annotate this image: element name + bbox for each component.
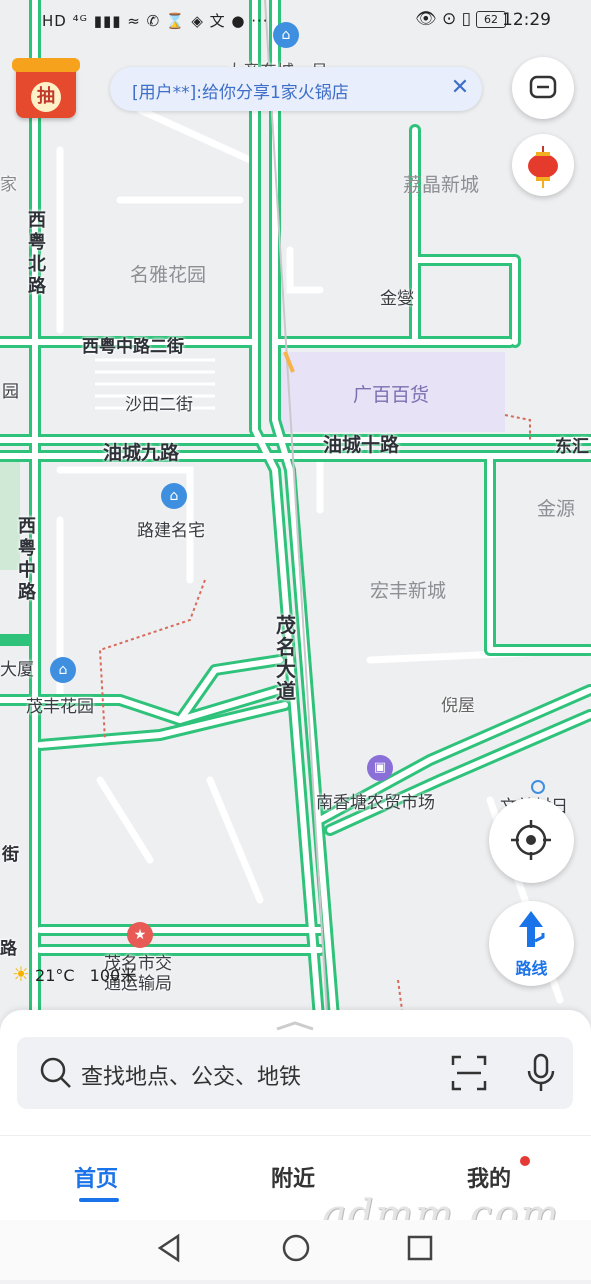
locate-button[interactable] [489, 798, 574, 883]
lantern-icon [528, 146, 558, 188]
lottery-label: 抽 [31, 82, 61, 112]
tab-home-indicator [79, 1198, 119, 1202]
message-icon [529, 75, 557, 99]
area-label-jinyuan: 金源 [537, 498, 576, 520]
target-icon [511, 820, 551, 860]
area-label-mingya: 名雅花园 [130, 264, 207, 286]
home-icon[interactable] [282, 1234, 310, 1262]
notification-dot [520, 1156, 530, 1166]
poi-maofeng[interactable]: 茂丰花园 [26, 692, 94, 717]
government-icon[interactable]: ★ [127, 922, 153, 948]
road-label-youcheng-10: 油城十路 [323, 434, 400, 456]
house-icon[interactable]: ⌂ [161, 483, 187, 509]
road-label-shatian-2nd: 沙田二街 [125, 395, 193, 415]
bottom-sheet[interactable]: 查找地点、公交、地铁 [0, 1010, 591, 1135]
area-label-jinmin: 金燮 [380, 289, 414, 309]
weather-widget[interactable]: ☀ 21°C 100米 [12, 962, 136, 990]
road-label-lu: 路 [0, 939, 17, 959]
search-icon [40, 1057, 71, 1088]
status-right-icons: 👁 ⊙ ▯ [415, 9, 471, 29]
sun-icon: ☀ [12, 962, 30, 986]
lottery-badge[interactable]: 抽 [12, 58, 80, 118]
area-label-nichu: 倪屋 [441, 696, 475, 716]
route-label: 路线 [515, 959, 548, 978]
road-label-youcheng-9: 油城九路 [103, 442, 180, 464]
tab-nearby[interactable]: 附近 [271, 1161, 315, 1193]
house-icon[interactable]: ⌂ [50, 657, 76, 683]
share-notification[interactable]: [用户**]:给你分享1家火锅店 ✕ [110, 67, 482, 111]
poi-lujian[interactable]: 路建名宅 [137, 516, 205, 541]
area-label-yuan: 园 [2, 382, 19, 402]
scan-icon[interactable] [449, 1053, 489, 1093]
search-placeholder[interactable]: 查找地点、公交、地铁 [81, 1059, 301, 1091]
search-bar[interactable]: 查找地点、公交、地铁 [17, 1037, 573, 1109]
back-icon[interactable] [157, 1233, 180, 1263]
road-label-xiyue-middle-2nd: 西粤中路二街 [82, 337, 184, 357]
area-label-hongfeng: 宏丰新城 [370, 580, 447, 602]
area-label-jia: 家 [0, 175, 17, 195]
scale-label: 100米 [89, 966, 137, 985]
notification-text: [用户**]:给你分享1家火锅店 [132, 83, 349, 103]
tab-mine[interactable]: 我的 [467, 1161, 511, 1193]
microphone-icon[interactable] [521, 1053, 561, 1093]
lantern-button[interactable] [512, 134, 574, 196]
road-label-donghui: 东汇 [555, 437, 589, 457]
status-bar: HD ⁴ᴳ ▮▮▮ ≈ ✆ ⌛ ◈ 文 ● ··· 👁 ⊙ ▯ 62 12:29 [0, 0, 591, 40]
area-label-lijing: 荔晶新城 [403, 174, 480, 196]
status-icons: HD ⁴ᴳ ▮▮▮ ≈ ✆ ⌛ ◈ 文 ● ··· [42, 12, 269, 30]
market-icon[interactable]: ▣ [367, 755, 393, 781]
gift-ribbon-icon [12, 58, 80, 72]
poi-nanxiangtang[interactable]: 南香塘农贸市场 [316, 788, 435, 813]
close-icon[interactable]: ✕ [448, 76, 472, 100]
area-label-guangbai: 广百百货 [353, 384, 430, 406]
temperature: 21°C [35, 966, 75, 985]
route-arrow-icon [519, 911, 545, 947]
route-button[interactable]: 路线 [489, 901, 574, 986]
road-label-jie: 街 [2, 845, 19, 865]
system-nav-bar [0, 1220, 591, 1280]
area-label-dasha: 大厦 [0, 660, 34, 680]
clock: 12:29 [502, 10, 551, 30]
road-label-maoming-avenue: 茂名大道 [276, 613, 296, 703]
message-button[interactable] [512, 57, 574, 119]
road-label-xiyue-north: 西粤北路 [28, 210, 46, 297]
recents-icon[interactable] [407, 1235, 433, 1261]
road-label-xiyue-middle: 西粤中路 [18, 516, 36, 603]
tab-home[interactable]: 首页 [74, 1161, 118, 1193]
drag-handle[interactable] [275, 1016, 315, 1031]
